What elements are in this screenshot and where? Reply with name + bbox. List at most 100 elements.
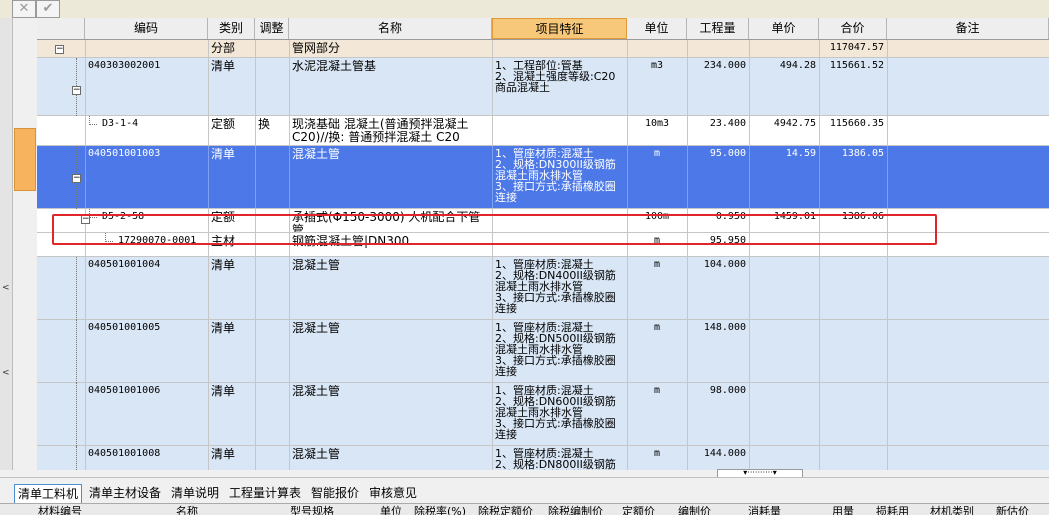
cell-unit[interactable]: m	[627, 148, 687, 208]
cell-name[interactable]: 承插式(Φ150-3000) 人机配合下管管 径(mm以内) 300	[289, 211, 492, 232]
cell-adjust[interactable]	[255, 60, 289, 115]
cell-total[interactable]: 1386.05	[819, 148, 887, 208]
cell-unit[interactable]: m	[627, 235, 687, 256]
cell-name[interactable]: 混凝土管	[289, 259, 492, 319]
cell-feature[interactable]	[492, 211, 627, 232]
cell-unit[interactable]	[627, 42, 687, 57]
cell-type[interactable]: 清单	[208, 448, 255, 470]
cell-name[interactable]: 现浇基础 混凝土(普通预拌混凝土 C20)//换: 普通预拌混凝土 C20	[289, 118, 492, 145]
left-splitter[interactable]: < <	[0, 18, 13, 470]
tab-main-material-equipment[interactable]: 清单主材设备	[86, 484, 164, 502]
row-selector-column[interactable]	[13, 18, 38, 470]
cell-feature[interactable]: 1、管座材质:混凝土 2、规格:DN400II级钢筋 混凝土雨水排水管 3、接口…	[492, 259, 627, 319]
cell-adjust[interactable]	[255, 385, 289, 445]
cell-type[interactable]: 清单	[208, 322, 255, 382]
table-row[interactable]: 040501001005 清单 混凝土管 1、管座材质:混凝土 2、规格:DN500I…	[37, 320, 1049, 383]
cell-price[interactable]	[749, 448, 819, 470]
cell-code[interactable]: 040303002001	[85, 60, 208, 115]
cell-feature[interactable]	[492, 42, 627, 57]
cell-price[interactable]	[749, 385, 819, 445]
tab-review-opinion[interactable]: 审核意见	[366, 484, 420, 502]
cell-type[interactable]: 清单	[208, 259, 255, 319]
cell-price[interactable]: 494.28	[749, 60, 819, 115]
tab-bill-labor-material[interactable]: 清单工料机	[14, 484, 83, 504]
cell-code[interactable]: 17290070-0001	[115, 235, 208, 256]
cell-total[interactable]	[819, 235, 887, 256]
table-row[interactable]: −040303002001 清单 水泥混凝土管基 1、工程部位:管基 2、混凝土强度等…	[37, 58, 1049, 116]
bill-grid[interactable]: 编码 类别 调整 名称 项目特征 单位 工程量 单价 合价 备注 − 分部 管网部分…	[37, 18, 1049, 470]
header-total[interactable]: 合价	[819, 18, 887, 39]
header-code[interactable]: 编码	[85, 18, 208, 39]
cell-price[interactable]	[749, 42, 819, 57]
header-unit[interactable]: 单位	[627, 18, 687, 39]
cell-code[interactable]: 040501001004	[85, 259, 208, 319]
cell-name[interactable]: 水泥混凝土管基	[289, 60, 492, 115]
cell-qty[interactable]: 95.950	[687, 235, 749, 256]
cell-type[interactable]: 清单	[208, 60, 255, 115]
cell-unit[interactable]: m	[627, 385, 687, 445]
cell-feature[interactable]: 1、管座材质:混凝土 2、规格:DN800II级钢筋 混凝土雨水排水管	[492, 448, 627, 470]
cell-code[interactable]: 040501001008	[85, 448, 208, 470]
x-icon[interactable]: ✕	[12, 0, 36, 18]
cell-price[interactable]: 4942.75	[749, 118, 819, 145]
cell-total[interactable]: 115660.35	[819, 118, 887, 145]
cell-unit[interactable]: 100m	[627, 211, 687, 232]
header-adjust[interactable]: 调整	[255, 18, 289, 39]
cell-feature[interactable]	[492, 118, 627, 145]
header-name[interactable]: 名称	[289, 18, 492, 39]
cell-total[interactable]	[819, 385, 887, 445]
cell-price[interactable]: 1459.01	[749, 211, 819, 232]
collapse-toggle-icon[interactable]: −	[55, 45, 64, 54]
cell-adjust[interactable]	[255, 42, 289, 57]
table-row[interactable]: −D5-2-58定额承插式(Φ150-3000) 人机配合下管管 径(mm以内)…	[37, 209, 1049, 233]
cell-code[interactable]: D3-1-4	[99, 118, 208, 145]
cell-name[interactable]: 钢筋混凝土管|DN300	[289, 235, 492, 256]
cell-code[interactable]: 040501001003	[85, 148, 208, 208]
cell-total[interactable]	[819, 322, 887, 382]
tab-bill-notes[interactable]: 清单说明	[168, 484, 222, 502]
cell-price[interactable]	[749, 259, 819, 319]
cell-unit[interactable]: m3	[627, 60, 687, 115]
check-icon[interactable]: ✔	[36, 0, 60, 18]
cell-price[interactable]	[749, 235, 819, 256]
table-row[interactable]: 040501001008 清单 混凝土管 1、管座材质:混凝土 2、规格:DN800I…	[37, 446, 1049, 470]
cell-feature[interactable]	[492, 235, 627, 256]
cell-type[interactable]: 定额	[208, 118, 255, 145]
cell-total[interactable]	[819, 259, 887, 319]
cell-adjust[interactable]: 换	[255, 118, 289, 145]
table-row[interactable]: D3-1-4 定额换现浇基础 混凝土(普通预拌混凝土 C20)//换: 普通预拌混…	[37, 116, 1049, 146]
cell-unit[interactable]: m	[627, 448, 687, 470]
cell-total[interactable]: 117047.57	[819, 42, 887, 57]
cell-code[interactable]	[85, 42, 208, 57]
cell-unit[interactable]: 10m3	[627, 118, 687, 145]
cell-qty[interactable]: 148.000	[687, 322, 749, 382]
cell-price[interactable]	[749, 322, 819, 382]
cell-name[interactable]: 混凝土管	[289, 322, 492, 382]
cell-name[interactable]: 管网部分	[289, 42, 492, 57]
cell-feature[interactable]: 1、管座材质:混凝土 2、规格:DN500II级钢筋 混凝土雨水排水管 3、接口…	[492, 322, 627, 382]
cell-type[interactable]: 清单	[208, 385, 255, 445]
cell-qty[interactable]: 234.000	[687, 60, 749, 115]
cell-adjust[interactable]	[255, 211, 289, 232]
cell-code[interactable]: 040501001006	[85, 385, 208, 445]
cell-qty[interactable]: 23.400	[687, 118, 749, 145]
cell-total[interactable]: 1386.06	[819, 211, 887, 232]
cell-adjust[interactable]	[255, 322, 289, 382]
header-type[interactable]: 类别	[208, 18, 255, 39]
cell-qty[interactable]: 95.000	[687, 148, 749, 208]
tab-quantity-sheet[interactable]: 工程量计算表	[226, 484, 304, 502]
cell-qty[interactable]: 144.000	[687, 448, 749, 470]
cell-qty[interactable]: 104.000	[687, 259, 749, 319]
collapse-toggle-icon[interactable]: −	[72, 174, 81, 183]
table-row[interactable]: 040501001006 清单 混凝土管 1、管座材质:混凝土 2、规格:DN600I…	[37, 383, 1049, 446]
cell-type[interactable]: 定额	[208, 211, 255, 232]
header-qty[interactable]: 工程量	[687, 18, 749, 39]
table-row[interactable]: 17290070-0001 主材 钢筋混凝土管|DN300 m 95.950	[37, 233, 1049, 257]
cell-type[interactable]: 主材	[208, 235, 255, 256]
cell-unit[interactable]: m	[627, 322, 687, 382]
cell-name[interactable]: 混凝土管	[289, 385, 492, 445]
cell-adjust[interactable]	[255, 259, 289, 319]
header-price[interactable]: 单价	[749, 18, 819, 39]
table-row[interactable]: −040501001003 清单 混凝土管 1、管座材质:混凝土 2、规格:DN300…	[37, 146, 1049, 209]
cell-code[interactable]: D5-2-58	[99, 211, 208, 232]
